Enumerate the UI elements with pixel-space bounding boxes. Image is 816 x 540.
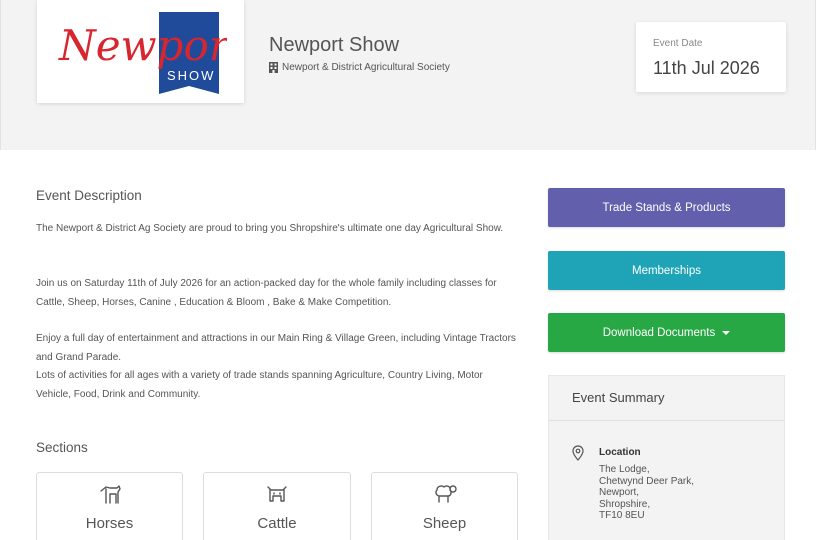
address-line: TF10 8EU — [599, 510, 645, 521]
description-paragraph: Lots of activities for all ages with a v… — [36, 370, 483, 400]
organiser-name[interactable]: Newport & District Agricultural Society — [282, 62, 450, 73]
event-summary-panel: Event Summary Location The Lodge, Chetwy… — [548, 375, 785, 540]
section-label[interactable]: Horses — [37, 515, 182, 532]
location-pin-icon — [572, 445, 584, 461]
newport-show-logo-icon: Newport SHOW — [58, 12, 227, 94]
trade-stands-button[interactable]: Trade Stands & Products — [548, 188, 785, 227]
section-card-sheep[interactable]: Sheep — [371, 472, 518, 540]
section-label[interactable]: Sheep — [372, 515, 517, 532]
address-line: The Lodge, — [599, 464, 650, 475]
event-header: Newport SHOW Newport Show Newport & Dist… — [0, 0, 816, 150]
horse-icon — [99, 485, 121, 504]
event-summary-heading: Event Summary — [572, 390, 665, 405]
event-description-heading: Event Description — [36, 188, 142, 203]
event-date-card: Event Date 11th Jul 2026 — [636, 22, 786, 92]
description-paragraph: Enjoy a full day of entertainment and at… — [36, 333, 516, 363]
trade-stands-label: Trade Stands & Products — [602, 201, 731, 214]
cow-icon — [267, 486, 287, 502]
sheep-icon — [434, 485, 457, 503]
download-documents-button[interactable]: Download Documents — [548, 313, 785, 352]
sections-heading: Sections — [36, 440, 88, 455]
page-title: Newport Show — [269, 34, 400, 56]
logo-subtext: SHOW — [167, 68, 215, 83]
section-card-cattle[interactable]: Cattle — [203, 472, 351, 540]
summary-divider — [549, 420, 784, 421]
memberships-button[interactable]: Memberships — [548, 251, 785, 290]
location-label: Location — [599, 447, 641, 458]
logo-wordmark: Newport — [58, 21, 227, 70]
event-date-value: 11th Jul 2026 — [653, 58, 760, 78]
organiser[interactable]: Newport & District Agricultural Society — [269, 62, 450, 73]
address-line: Shropshire, — [599, 498, 651, 510]
event-date-label: Event Date — [653, 38, 703, 49]
section-label[interactable]: Cattle — [204, 515, 350, 532]
location-address: The Lodge, Chetwynd Deer Park, Newport, … — [599, 464, 694, 522]
caret-down-icon — [722, 330, 731, 335]
event-page: Newport SHOW Newport Show Newport & Dist… — [0, 0, 816, 540]
download-documents-label: Download Documents — [602, 326, 716, 339]
show-logo: Newport SHOW — [37, 0, 244, 103]
description-paragraph: Join us on Saturday 11th of July 2026 fo… — [36, 278, 497, 308]
building-icon — [269, 62, 278, 73]
memberships-label: Memberships — [631, 264, 702, 277]
description-paragraph: The Newport & District Ag Society are pr… — [36, 223, 504, 234]
address-line: Chetwynd Deer Park, — [599, 475, 695, 487]
address-line: Newport, — [599, 487, 640, 498]
section-card-horses[interactable]: Horses — [36, 472, 183, 540]
